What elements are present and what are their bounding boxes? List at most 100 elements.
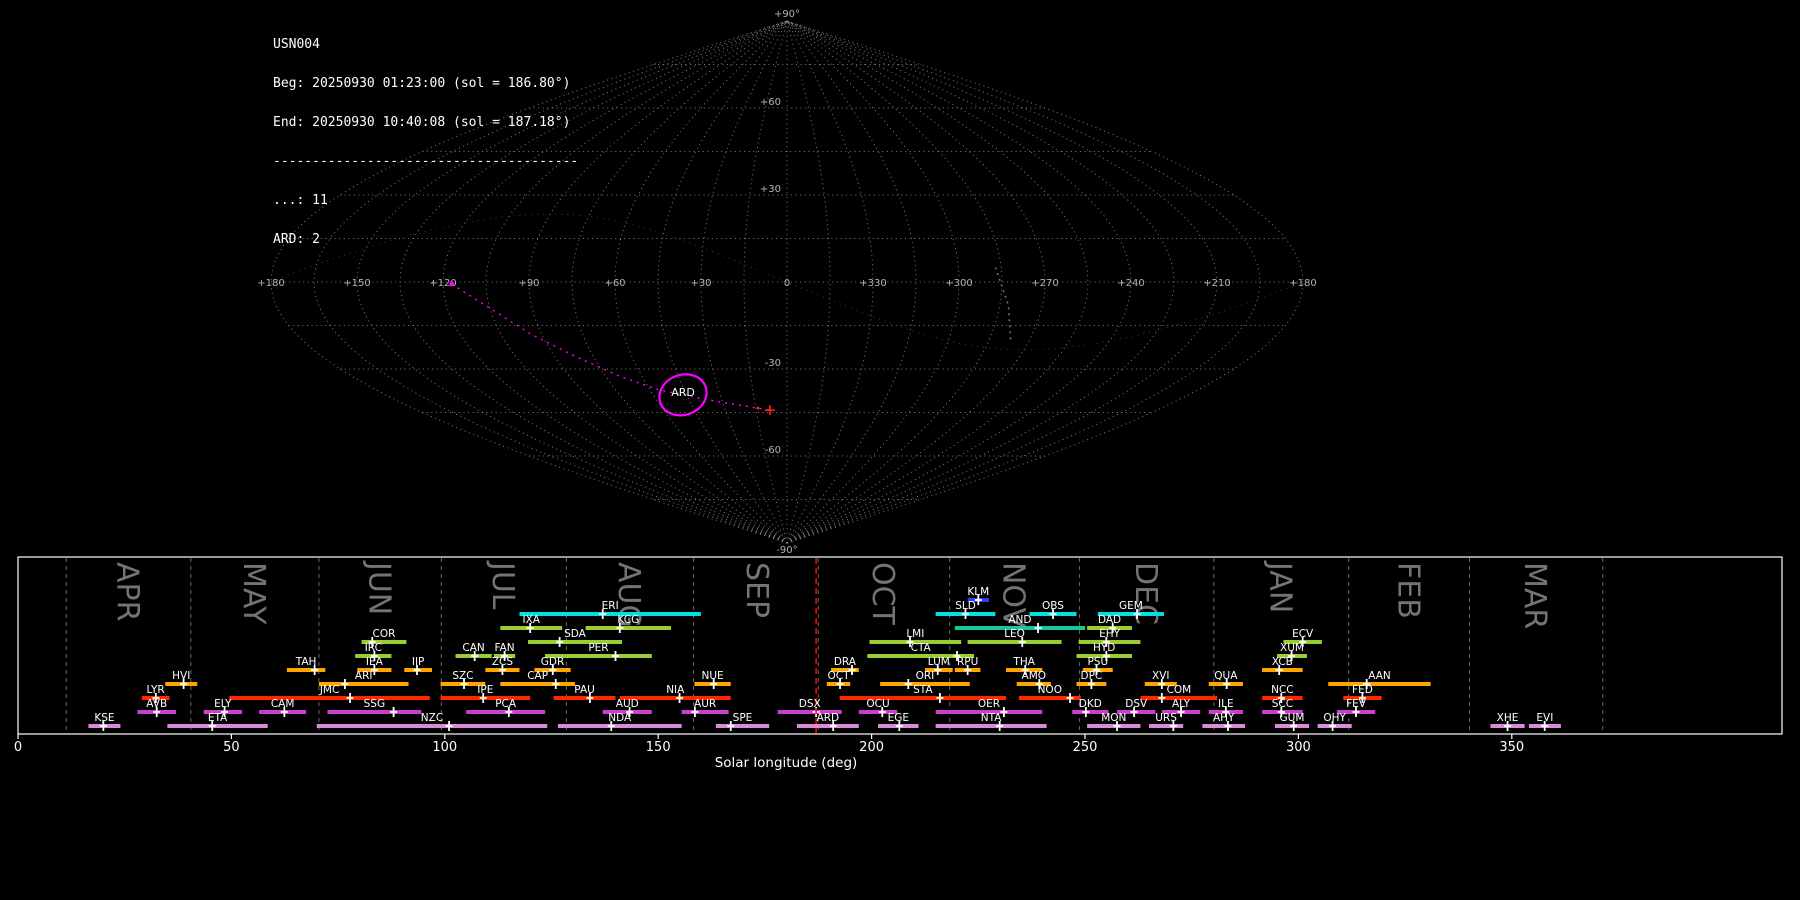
shower-label-COR: COR	[373, 628, 396, 640]
ard-radiant-label: ARD	[671, 386, 695, 399]
month-label-sep: SEP	[739, 562, 774, 618]
shower-label-OCU: OCU	[866, 698, 889, 710]
x-axis-tick-label: 50	[223, 740, 240, 755]
radiant-map-screen: +90° -90° +60 +30 -30 -60 +180 +150 +120 +90 +60 +3…	[0, 0, 1800, 900]
shower-label-MON: MON	[1101, 712, 1126, 724]
shower-label-ERI: ERI	[602, 600, 619, 612]
shower-label-IXA: IXA	[522, 614, 540, 626]
shower-label-XVI: XVI	[1152, 670, 1169, 682]
x-axis-tick-label: 100	[432, 740, 457, 755]
x-axis-tick-label: 150	[646, 740, 671, 755]
shower-label-FAN: FAN	[494, 642, 514, 654]
shower-label-ETA: ETA	[208, 712, 228, 724]
shower-label-QUA: QUA	[1214, 670, 1238, 682]
shower-label-DPC: DPC	[1081, 670, 1103, 682]
info-panel: USN004 Beg: 20250930 01:23:00 (sol = 186…	[273, 12, 578, 272]
pole-label-south: -90°	[776, 545, 797, 556]
shower-label-AHY: AHY	[1213, 712, 1235, 724]
info-divider: ---------------------------------------	[273, 154, 579, 169]
shower-label-EHY: EHY	[1099, 628, 1121, 640]
shower-label-DAD: DAD	[1098, 614, 1121, 626]
longitude-label: +90	[518, 278, 539, 289]
shower-label-OBS: OBS	[1042, 600, 1064, 612]
shower-label-NOO: NOO	[1038, 684, 1062, 696]
shower-label-NUE: NUE	[702, 670, 724, 682]
longitude-label: +210	[1203, 278, 1230, 289]
shower-label-HVI: HVI	[172, 670, 190, 682]
longitude-label: +60	[604, 278, 625, 289]
drift-start-dot	[449, 281, 455, 287]
longitude-label: +330	[859, 278, 886, 289]
x-axis-title: Solar longitude (deg)	[715, 755, 858, 771]
month-label-may: MAY	[236, 562, 271, 625]
shower-label-LUM: LUM	[928, 656, 950, 668]
shower-label-JMC: JMC	[319, 684, 340, 696]
shower-label-NCC: NCC	[1271, 684, 1294, 696]
shower-label-THA: THA	[1012, 656, 1035, 668]
shower-label-ARD: ARD	[817, 712, 840, 724]
shower-label-OCT: OCT	[828, 670, 851, 682]
plot-canvas: +90°-90°+60+30-30-60+180 +150 +120 +90 +60 +3…	[14, 9, 1783, 771]
shower-label-DKD: DKD	[1079, 698, 1102, 710]
longitude-label: +180	[1289, 278, 1316, 289]
latitude-label: -30	[765, 358, 781, 369]
shower-label-XCB: XCB	[1272, 656, 1293, 668]
shower-label-ECV: ECV	[1292, 628, 1314, 640]
shower-label-STA: STA	[913, 684, 933, 696]
shower-label-GDR: GDR	[541, 656, 565, 668]
map-meridian	[786, 20, 1261, 544]
shower-label-AAN: AAN	[1368, 670, 1391, 682]
shower-label-XHE: XHE	[1497, 712, 1519, 724]
shower-label-ELY: ELY	[214, 698, 232, 710]
shower-label-COM: COM	[1167, 684, 1192, 696]
shower-label-DSV: DSV	[1125, 698, 1148, 710]
longitude-label: +240	[1117, 278, 1144, 289]
shower-label-FEV: FEV	[1346, 698, 1367, 710]
radiant-drift-line	[451, 283, 771, 411]
shower-label-ORI: ORI	[916, 670, 935, 682]
meteor-dot	[756, 406, 760, 410]
galactic-arc	[994, 267, 1012, 341]
x-axis-tick-label: 350	[1499, 740, 1524, 755]
shower-label-KCG: KCG	[617, 614, 639, 626]
shower-label-TAH: TAH	[295, 656, 317, 668]
shower-label-ARI: ARI	[355, 670, 373, 682]
end-time: End: 20250930 10:40:08 (sol = 187.18°)	[273, 115, 571, 130]
x-axis-tick-label: 0	[14, 740, 22, 755]
longitude-label: +180	[257, 278, 284, 289]
shower-label-IRC: IRC	[365, 642, 382, 654]
shower-label-KSE: KSE	[94, 712, 114, 724]
shower-label-CTA: CTA	[911, 642, 932, 654]
shower-label-OHY: OHY	[1323, 712, 1346, 724]
latitude-label: +60	[760, 97, 781, 108]
shower-label-NIA: NIA	[666, 684, 685, 696]
shower-label-ILE: ILE	[1218, 698, 1234, 710]
longitude-label: +150	[343, 278, 370, 289]
shower-label-NZC: NZC	[421, 712, 443, 724]
shower-label-HYD: HYD	[1093, 642, 1115, 654]
shower-label-DSX: DSX	[799, 698, 821, 710]
begin-time: Beg: 20250930 01:23:00 (sol = 186.80°)	[273, 76, 571, 91]
shower-label-SSG: SSG	[364, 698, 385, 710]
shower-label-SPE: SPE	[733, 712, 753, 724]
month-label-jun: JUN	[361, 560, 396, 615]
shower-label-CAP: CAP	[527, 670, 548, 682]
shower-label-ZCS: ZCS	[492, 656, 514, 668]
month-label-jan: JAN	[1262, 560, 1297, 613]
shower-label-CAM: CAM	[271, 698, 295, 710]
month-label-oct: OCT	[865, 562, 900, 626]
shower-label-PSU: PSU	[1087, 656, 1108, 668]
shower-label-FED: FED	[1352, 684, 1373, 696]
month-label-mar: MAR	[1517, 562, 1552, 629]
shower-label-URS: URS	[1155, 712, 1177, 724]
shower-label-KLM: KLM	[967, 586, 989, 598]
shower-label-AUR: AUR	[694, 698, 716, 710]
shower-label-PER: PER	[588, 642, 608, 654]
shower-label-AVB: AVB	[146, 698, 167, 710]
month-label-jul: JUL	[485, 560, 520, 610]
shower-label-SLD: SLD	[955, 600, 976, 612]
longitude-label: +270	[1031, 278, 1058, 289]
longitude-label: +30	[690, 278, 711, 289]
activity-chart: APR MAY JUN JUL AUG SEP OCT NOV DEC JAN FEB MARKLME…	[14, 556, 1783, 755]
shower-label-LEO: LEO	[1004, 628, 1025, 640]
